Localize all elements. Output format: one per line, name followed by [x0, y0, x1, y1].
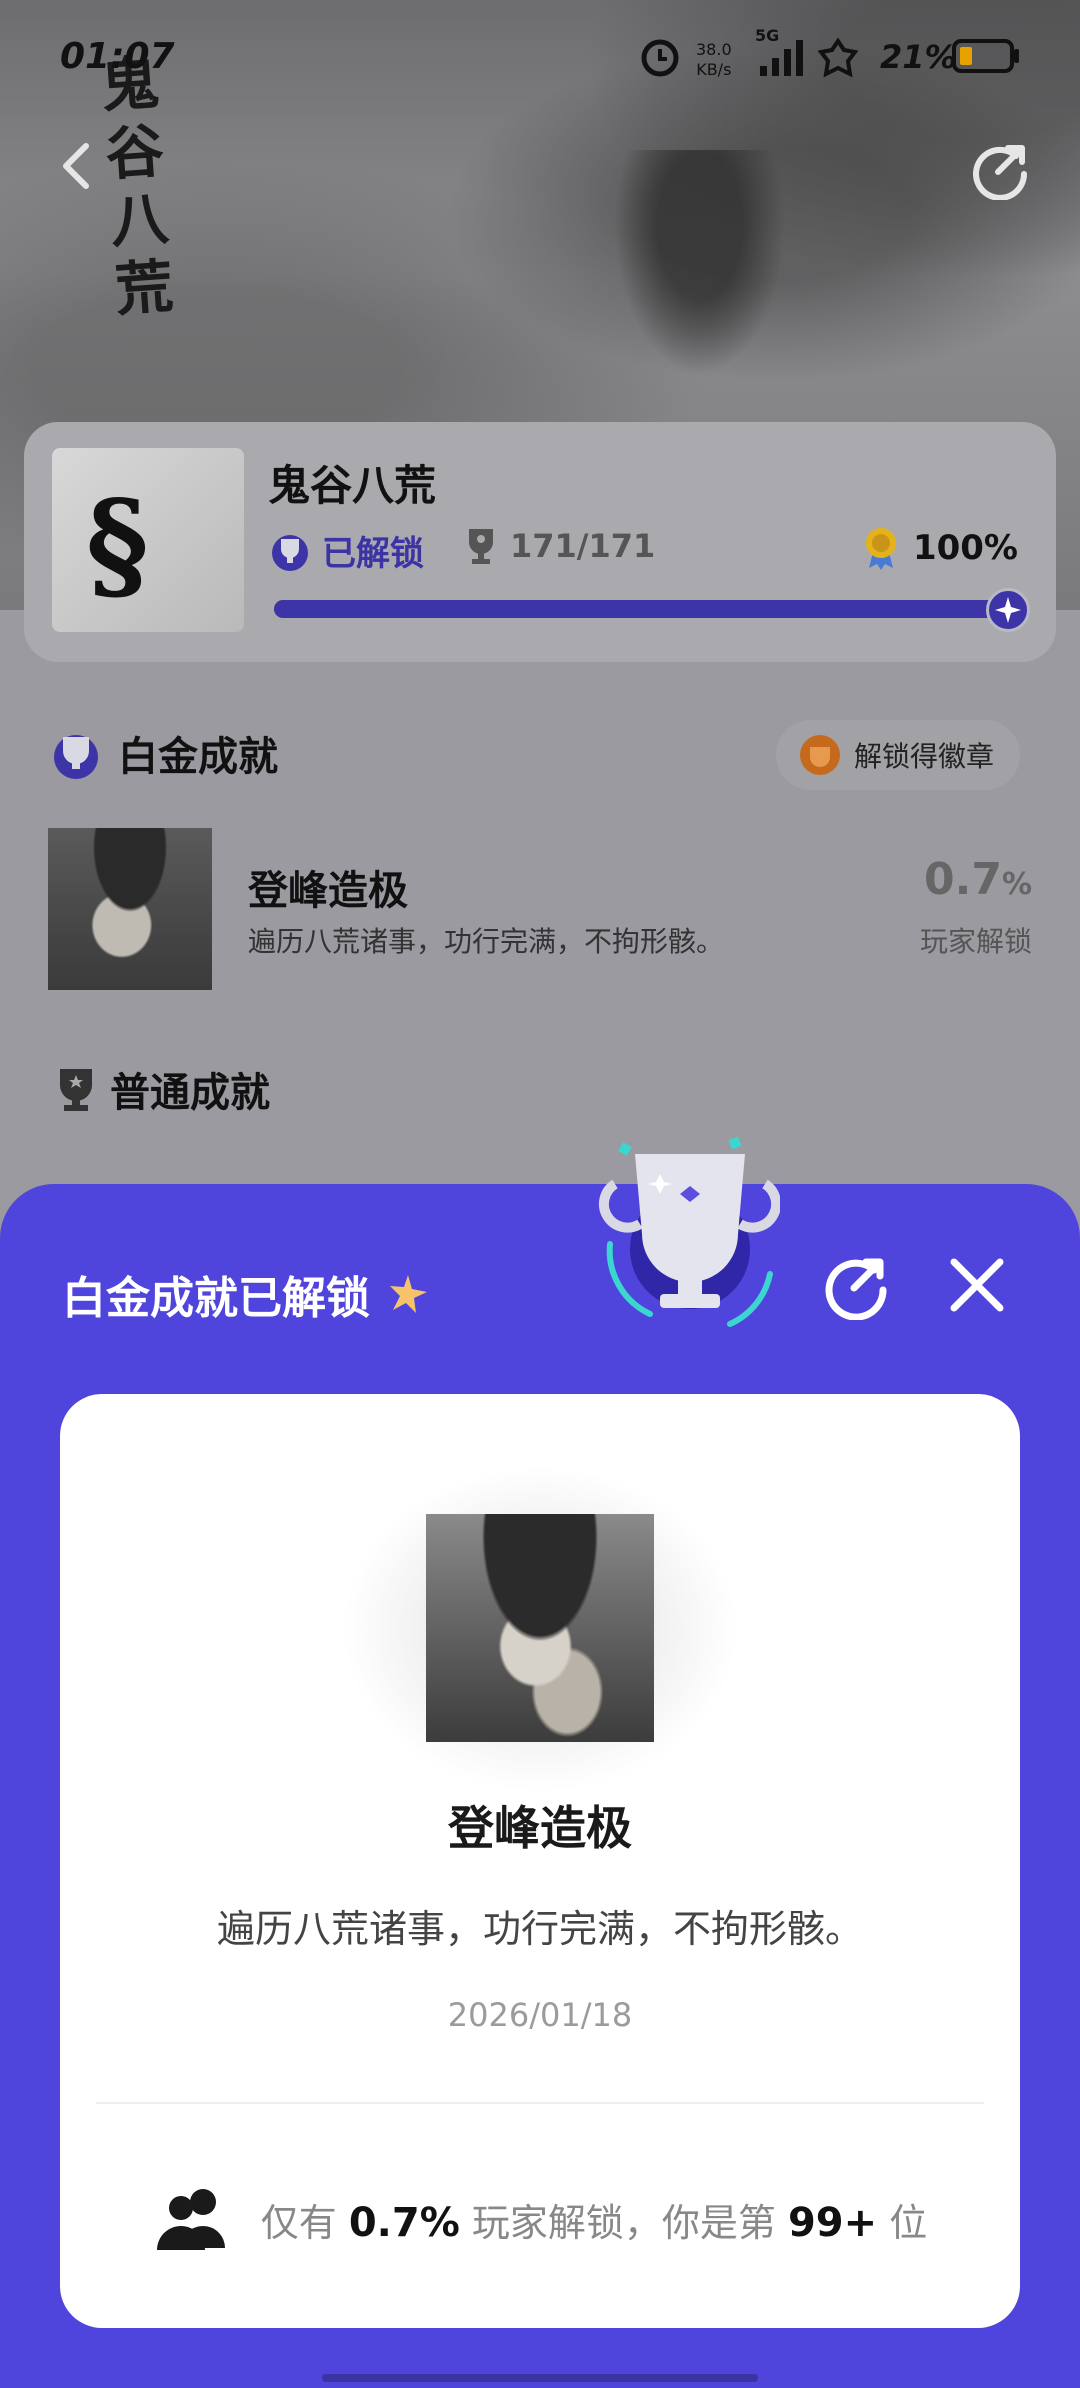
signal-icon [760, 40, 803, 76]
achievement-percent-value: 0.7 [923, 854, 1002, 905]
platinum-unlocked-sheet: 白金成就已解锁 登峰造极 遍历八荒诸事，功行完满，不拘形骸。 2026/01/1… [0, 1136, 1080, 2388]
platinum-section-header: 白金成就 [48, 724, 278, 782]
hero-artwork [600, 150, 800, 400]
platinum-trophy-icon [54, 735, 98, 779]
platinum-trophy-icon [598, 1136, 780, 1327]
game-progress-card: § 鬼谷八荒 已解锁 171/171 100% [24, 422, 1056, 662]
card-divider [96, 2102, 984, 2104]
progress-bar [274, 588, 1030, 632]
medal-icon [865, 528, 896, 570]
unlock-date: 2026/01/18 [447, 1996, 633, 2034]
rarity-footer: 仅有 0.7% 玩家解锁，你是第 99+ 位 [60, 2174, 1020, 2264]
rarity-prefix: 仅有 [260, 2200, 337, 2245]
battery-percent: 21% [880, 38, 957, 76]
unlock-badge-button[interactable]: 解锁得徽章 [776, 720, 1021, 790]
achievement-detail-card: 登峰造极 遍历八荒诸事，功行完满，不拘形骸。 2026/01/18 仅有 0.7… [60, 1394, 1020, 2328]
home-indicator[interactable] [322, 2374, 758, 2382]
rarity-rank: 99+ [787, 2199, 878, 2246]
achievement-description: 遍历八荒诸事，功行完满，不拘形骸。 [248, 925, 725, 958]
game-cover-glyph: § [86, 474, 149, 615]
close-icon[interactable] [946, 1254, 1008, 1316]
unlock-status: 已解锁 [268, 526, 424, 575]
unlock-status-label: 已解锁 [322, 534, 424, 574]
status-time: 01:07 [60, 36, 175, 77]
trophy-icon [60, 1069, 92, 1111]
trophy-count-value: 171/171 [510, 527, 656, 565]
achievement-thumbnail [48, 828, 212, 990]
status-bar: 01:07 38.0 KB/s 5G 21% [0, 0, 1080, 110]
net-speed: 38.0 KB/s [696, 40, 732, 80]
game-title: 鬼谷八荒 [268, 461, 437, 510]
hotspot-icon [818, 38, 858, 78]
achievement-title: 登峰造极 [448, 1801, 632, 1855]
net-speed-value: 38.0 [696, 40, 732, 59]
normal-section-title: 普通成就 [110, 1070, 270, 1116]
badge-icon [800, 735, 840, 775]
progress-bar-fill [274, 600, 1016, 618]
achievement-name: 登峰造极 [248, 868, 408, 914]
back-chevron-icon[interactable] [48, 136, 108, 196]
normal-section-header: 普通成就 [56, 1060, 270, 1118]
users-icon [156, 2189, 225, 2250]
sheet-title: 白金成就已解锁 [62, 1262, 430, 1326]
trophy-icon [469, 529, 493, 564]
sheet-title-text: 白金成就已解锁 [62, 1273, 370, 1324]
achievement-percent-sign: % [1001, 867, 1032, 902]
rarity-text: 仅有 0.7% 玩家解锁，你是第 99+ 位 [261, 2192, 928, 2247]
achievement-image [426, 1514, 654, 1742]
completion-percent: 100% [861, 526, 1018, 570]
share-icon[interactable] [822, 1250, 892, 1320]
game-cover-image[interactable]: § [52, 448, 244, 632]
rarity-percent: 0.7% [348, 2199, 460, 2246]
trophy-count: 171/171 [464, 526, 655, 566]
rarity-suffix: 位 [889, 2200, 928, 2245]
progress-star-icon [986, 588, 1030, 632]
share-icon[interactable] [970, 138, 1032, 200]
alarm-icon [641, 39, 679, 77]
platinum-achievement-row[interactable]: 登峰造极 遍历八荒诸事，功行完满，不拘形骸。 0.7% 玩家解锁 [48, 828, 1032, 992]
achievement-percent-label: 玩家解锁 [919, 925, 1032, 958]
platinum-section-title: 白金成就 [118, 734, 278, 780]
net-speed-unit: KB/s [696, 60, 732, 79]
platinum-trophy-icon [272, 534, 308, 571]
battery-icon [952, 39, 1019, 73]
achievement-unlock-percent: 0.7% [924, 854, 1032, 905]
achievement-detail-description: 遍历八荒诸事，功行完满，不拘形骸。 [216, 1907, 863, 1951]
unlock-badge-label: 解锁得徽章 [854, 740, 995, 773]
rarity-middle: 玩家解锁，你是第 [471, 2200, 776, 2245]
sparkle-star-icon [390, 1275, 427, 1313]
completion-percent-value: 100% [912, 528, 1018, 568]
